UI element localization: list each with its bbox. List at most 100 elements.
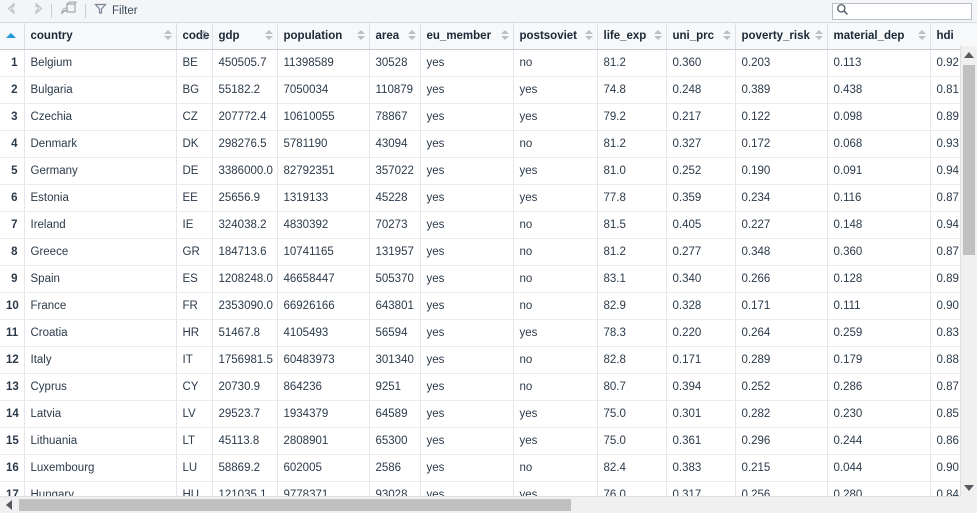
sort-grip-icon[interactable] [407, 29, 416, 42]
cell-life_exp[interactable]: 81.2 [597, 238, 667, 266]
cell-code[interactable]: LT [176, 427, 213, 455]
cell-eu_member[interactable]: yes [420, 238, 514, 266]
cell-poverty_risk[interactable]: 0.282 [735, 400, 828, 428]
cell-country[interactable]: Italy [24, 346, 177, 374]
cell-area[interactable]: 505370 [369, 265, 421, 293]
column-header-material-dep[interactable]: material_dep [827, 23, 931, 50]
cell-code[interactable]: LU [176, 454, 213, 482]
row-number[interactable]: 5 [0, 157, 25, 185]
cell-uni_prc[interactable]: 0.405 [666, 211, 736, 239]
cell-poverty_risk[interactable]: 0.264 [735, 319, 828, 347]
column-header-poverty-risk[interactable]: poverty_risk [735, 23, 828, 50]
row-number[interactable]: 2 [0, 76, 25, 104]
cell-poverty_risk[interactable]: 0.234 [735, 184, 828, 212]
cell-population[interactable]: 10741165 [277, 238, 370, 266]
row-number[interactable]: 8 [0, 238, 25, 266]
cell-country[interactable]: Spain [24, 265, 177, 293]
cell-life_exp[interactable]: 80.7 [597, 373, 667, 401]
cell-life_exp[interactable]: 82.4 [597, 454, 667, 482]
cell-poverty_risk[interactable]: 0.203 [735, 49, 828, 77]
cell-area[interactable]: 110879 [369, 76, 421, 104]
cell-material_dep[interactable]: 0.068 [827, 130, 931, 158]
cell-postsoviet[interactable]: no [513, 130, 598, 158]
cell-gdp[interactable]: 207772.4 [212, 103, 278, 131]
cell-population[interactable]: 864236 [277, 373, 370, 401]
sort-grip-icon[interactable] [356, 29, 365, 42]
cell-postsoviet[interactable]: yes [513, 319, 598, 347]
cell-country[interactable]: Estonia [24, 184, 177, 212]
cell-country[interactable]: Cyprus [24, 373, 177, 401]
table-row[interactable]: 13 Cyprus CY 20730.9 864236 9251 yes no 80.7 0.39… [0, 373, 977, 401]
cell-uni_prc[interactable]: 0.361 [666, 427, 736, 455]
cell-gdp[interactable]: 1756981.5 [212, 346, 278, 374]
cell-country[interactable]: Ireland [24, 211, 177, 239]
cell-postsoviet[interactable]: yes [513, 400, 598, 428]
cell-postsoviet[interactable]: yes [513, 427, 598, 455]
clean-button[interactable] [57, 1, 80, 21]
cell-poverty_risk[interactable]: 0.266 [735, 265, 828, 293]
cell-eu_member[interactable]: yes [420, 265, 514, 293]
cell-code[interactable]: CZ [176, 103, 213, 131]
cell-area[interactable]: 30528 [369, 49, 421, 77]
cell-gdp[interactable]: 55182.2 [212, 76, 278, 104]
cell-area[interactable]: 301340 [369, 346, 421, 374]
sort-grip-icon[interactable] [814, 29, 823, 42]
sort-grip-icon[interactable] [917, 29, 926, 42]
cell-material_dep[interactable]: 0.098 [827, 103, 931, 131]
row-number[interactable]: 6 [0, 184, 25, 212]
vertical-scrollbar[interactable] [960, 46, 977, 496]
row-number[interactable]: 13 [0, 373, 25, 401]
cell-poverty_risk[interactable]: 0.227 [735, 211, 828, 239]
cell-population[interactable]: 4105493 [277, 319, 370, 347]
cell-area[interactable]: 43094 [369, 130, 421, 158]
cell-material_dep[interactable]: 0.113 [827, 49, 931, 77]
cell-life_exp[interactable]: 78.3 [597, 319, 667, 347]
cell-postsoviet[interactable]: yes [513, 103, 598, 131]
table-row[interactable]: 14 Latvia LV 29523.7 1934379 64589 yes yes 75.0 0… [0, 400, 977, 428]
cell-uni_prc[interactable]: 0.340 [666, 265, 736, 293]
row-number[interactable]: 15 [0, 427, 25, 455]
cell-area[interactable]: 643801 [369, 292, 421, 320]
cell-population[interactable]: 60483973 [277, 346, 370, 374]
column-header-postsoviet[interactable]: postsoviet [513, 23, 598, 50]
cell-code[interactable]: IE [176, 211, 213, 239]
cell-postsoviet[interactable]: no [513, 373, 598, 401]
cell-postsoviet[interactable]: no [513, 49, 598, 77]
cell-country[interactable]: Lithuania [24, 427, 177, 455]
cell-eu_member[interactable]: yes [420, 292, 514, 320]
cell-area[interactable]: 131957 [369, 238, 421, 266]
sort-grip-icon[interactable] [722, 29, 731, 42]
row-number[interactable]: 12 [0, 346, 25, 374]
row-number[interactable]: 10 [0, 292, 25, 320]
cell-eu_member[interactable]: yes [420, 49, 514, 77]
table-row[interactable]: 8 Greece GR 184713.6 10741165 131957 yes no 81.2… [0, 238, 977, 266]
column-header-life-exp[interactable]: life_exp [597, 23, 667, 50]
cell-country[interactable]: France [24, 292, 177, 320]
cell-poverty_risk[interactable]: 0.190 [735, 157, 828, 185]
cell-life_exp[interactable]: 81.5 [597, 211, 667, 239]
cell-eu_member[interactable]: yes [420, 184, 514, 212]
cell-uni_prc[interactable]: 0.248 [666, 76, 736, 104]
cell-poverty_risk[interactable]: 0.171 [735, 292, 828, 320]
cell-gdp[interactable]: 3386000.0 [212, 157, 278, 185]
scroll-up-button[interactable] [961, 46, 977, 63]
cell-eu_member[interactable]: yes [420, 400, 514, 428]
cell-code[interactable]: GR [176, 238, 213, 266]
row-number[interactable]: 14 [0, 400, 25, 428]
table-row[interactable]: 16 Luxembourg LU 58869.2 602005 2586 yes no 82.4… [0, 454, 977, 482]
cell-uni_prc[interactable]: 0.171 [666, 346, 736, 374]
cell-country[interactable]: Latvia [24, 400, 177, 428]
cell-postsoviet[interactable]: yes [513, 184, 598, 212]
cell-country[interactable]: Bulgaria [24, 76, 177, 104]
row-number[interactable]: 3 [0, 103, 25, 131]
cell-postsoviet[interactable]: no [513, 454, 598, 482]
cell-code[interactable]: ES [176, 265, 213, 293]
cell-uni_prc[interactable]: 0.360 [666, 49, 736, 77]
filter-button[interactable]: Filter [91, 2, 143, 21]
row-number[interactable]: 4 [0, 130, 25, 158]
cell-code[interactable]: BE [176, 49, 213, 77]
horizontal-scrollbar[interactable] [0, 496, 977, 513]
cell-poverty_risk[interactable]: 0.348 [735, 238, 828, 266]
cell-population[interactable]: 7050034 [277, 76, 370, 104]
cell-gdp[interactable]: 29523.7 [212, 400, 278, 428]
